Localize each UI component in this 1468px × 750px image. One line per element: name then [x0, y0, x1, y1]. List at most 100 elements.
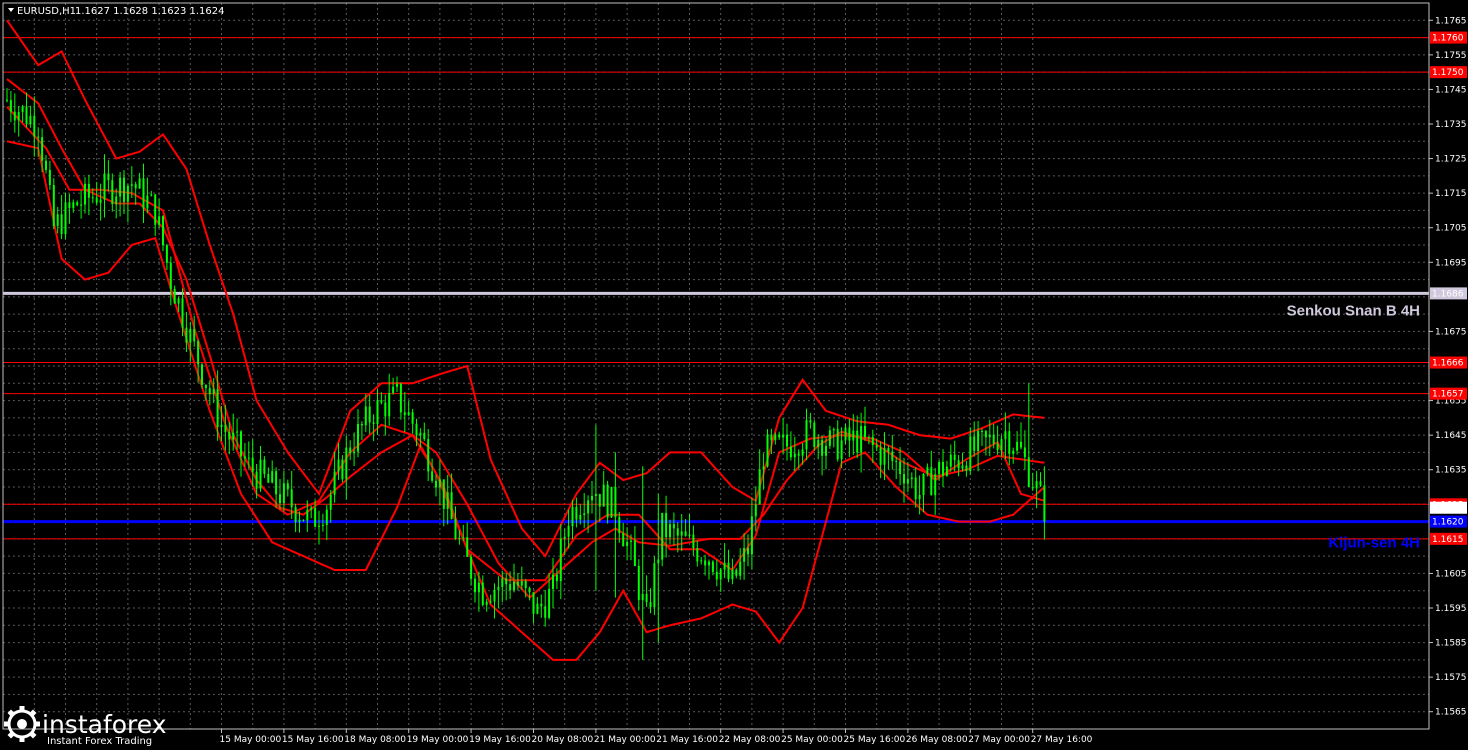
candle-body — [805, 420, 808, 450]
candle-body — [988, 434, 991, 438]
candle-body — [99, 199, 102, 203]
candle-body — [466, 537, 469, 557]
candle-body — [407, 412, 410, 416]
candle-body — [138, 178, 141, 189]
candle-body — [372, 422, 375, 424]
candle-body — [899, 461, 902, 475]
candle-body — [797, 453, 800, 456]
candle-body — [37, 136, 40, 138]
candle-body — [130, 184, 133, 186]
candle-body — [992, 434, 995, 444]
candle-body — [536, 603, 539, 614]
candle-body — [778, 434, 781, 438]
candle-body — [750, 516, 753, 555]
candle-body — [700, 560, 703, 562]
candle-body — [193, 328, 196, 342]
candle-body — [918, 494, 921, 500]
candle-body — [431, 471, 434, 481]
candle-body — [337, 459, 340, 472]
candle-body — [228, 432, 231, 440]
candle-body — [598, 494, 601, 507]
x-tick-label: 20 May 08:00 — [532, 735, 594, 745]
candle-body — [505, 578, 508, 585]
candle-body — [263, 459, 266, 474]
candle-body — [294, 507, 297, 523]
candle-body — [528, 588, 531, 593]
candle-body — [735, 569, 738, 576]
candle-body — [832, 429, 835, 431]
candle-body — [419, 432, 422, 436]
candle-body — [1031, 487, 1034, 489]
candle-body — [602, 484, 605, 507]
candle-body — [165, 245, 168, 263]
candle-body — [540, 603, 543, 607]
x-tick-label: 25 May 00:00 — [781, 735, 843, 745]
current-price-label: 1.1624 — [1432, 504, 1464, 514]
candle-body — [817, 439, 820, 448]
candle-body — [645, 593, 648, 603]
candle-body — [887, 448, 890, 452]
candle-body — [255, 471, 258, 489]
candle-body — [208, 388, 211, 395]
candle-body — [957, 460, 960, 469]
candle-body — [782, 434, 785, 438]
candle-body — [146, 195, 149, 209]
logo-brand: instaforex — [42, 710, 167, 739]
candle-body — [158, 216, 161, 225]
y-tick-label: 1.1755 — [1435, 51, 1467, 61]
level-price-label: 1.1657 — [1432, 390, 1464, 400]
candle-body — [591, 495, 593, 501]
candle-body — [766, 434, 769, 467]
candle-body — [969, 436, 972, 472]
candle-body — [415, 423, 418, 436]
candle-body — [267, 473, 270, 483]
y-tick-label: 1.1605 — [1435, 569, 1467, 579]
candle-body — [72, 202, 75, 209]
candle-body — [973, 436, 976, 451]
candle-body — [930, 467, 933, 496]
candle-body — [17, 111, 20, 121]
candle-body — [162, 216, 164, 246]
candle-body — [977, 430, 980, 451]
candle-body — [384, 402, 387, 417]
candle-body — [318, 525, 320, 527]
candle-body — [754, 504, 757, 517]
candle-body — [692, 534, 695, 548]
candle-body — [856, 430, 859, 453]
candle-body — [458, 537, 461, 539]
candle-body — [212, 389, 215, 395]
candle-body — [688, 534, 691, 536]
candle-body — [879, 447, 882, 465]
candle-body — [906, 479, 909, 484]
candle-body — [875, 445, 878, 448]
x-tick-label: 25 May 16:00 — [844, 735, 906, 745]
candle-body — [786, 434, 788, 447]
candle-body — [793, 453, 796, 458]
candle-body — [115, 196, 118, 205]
candle-body — [840, 440, 843, 460]
candle-body — [1035, 481, 1038, 489]
candle-body — [68, 202, 71, 209]
y-tick-label: 1.1585 — [1435, 639, 1467, 649]
symbol-label: EURUSD,H1 — [17, 6, 76, 17]
candle-body — [376, 400, 379, 424]
candle-body — [224, 424, 227, 433]
candle-body — [696, 547, 699, 562]
candle-body — [462, 537, 465, 539]
chart-background — [0, 0, 1468, 750]
candle-body — [33, 115, 36, 137]
candle-body — [501, 578, 504, 587]
candle-body — [711, 561, 714, 572]
candle-body — [743, 547, 746, 562]
candle-body — [325, 509, 328, 525]
level-price-label: 1.1666 — [1432, 359, 1464, 369]
candle-body — [938, 462, 941, 475]
candle-body — [516, 581, 519, 586]
level-price-label: 1.1620 — [1432, 518, 1464, 528]
candle-body — [524, 581, 527, 589]
candle-body — [836, 429, 839, 460]
candle-body — [41, 137, 44, 161]
candle-body — [1000, 439, 1003, 451]
price-chart[interactable]: 1.1765 1.1755 1.1745 1.1735 1.1725 1.1715 1.17… — [0, 0, 1468, 750]
candle-body — [111, 180, 114, 205]
